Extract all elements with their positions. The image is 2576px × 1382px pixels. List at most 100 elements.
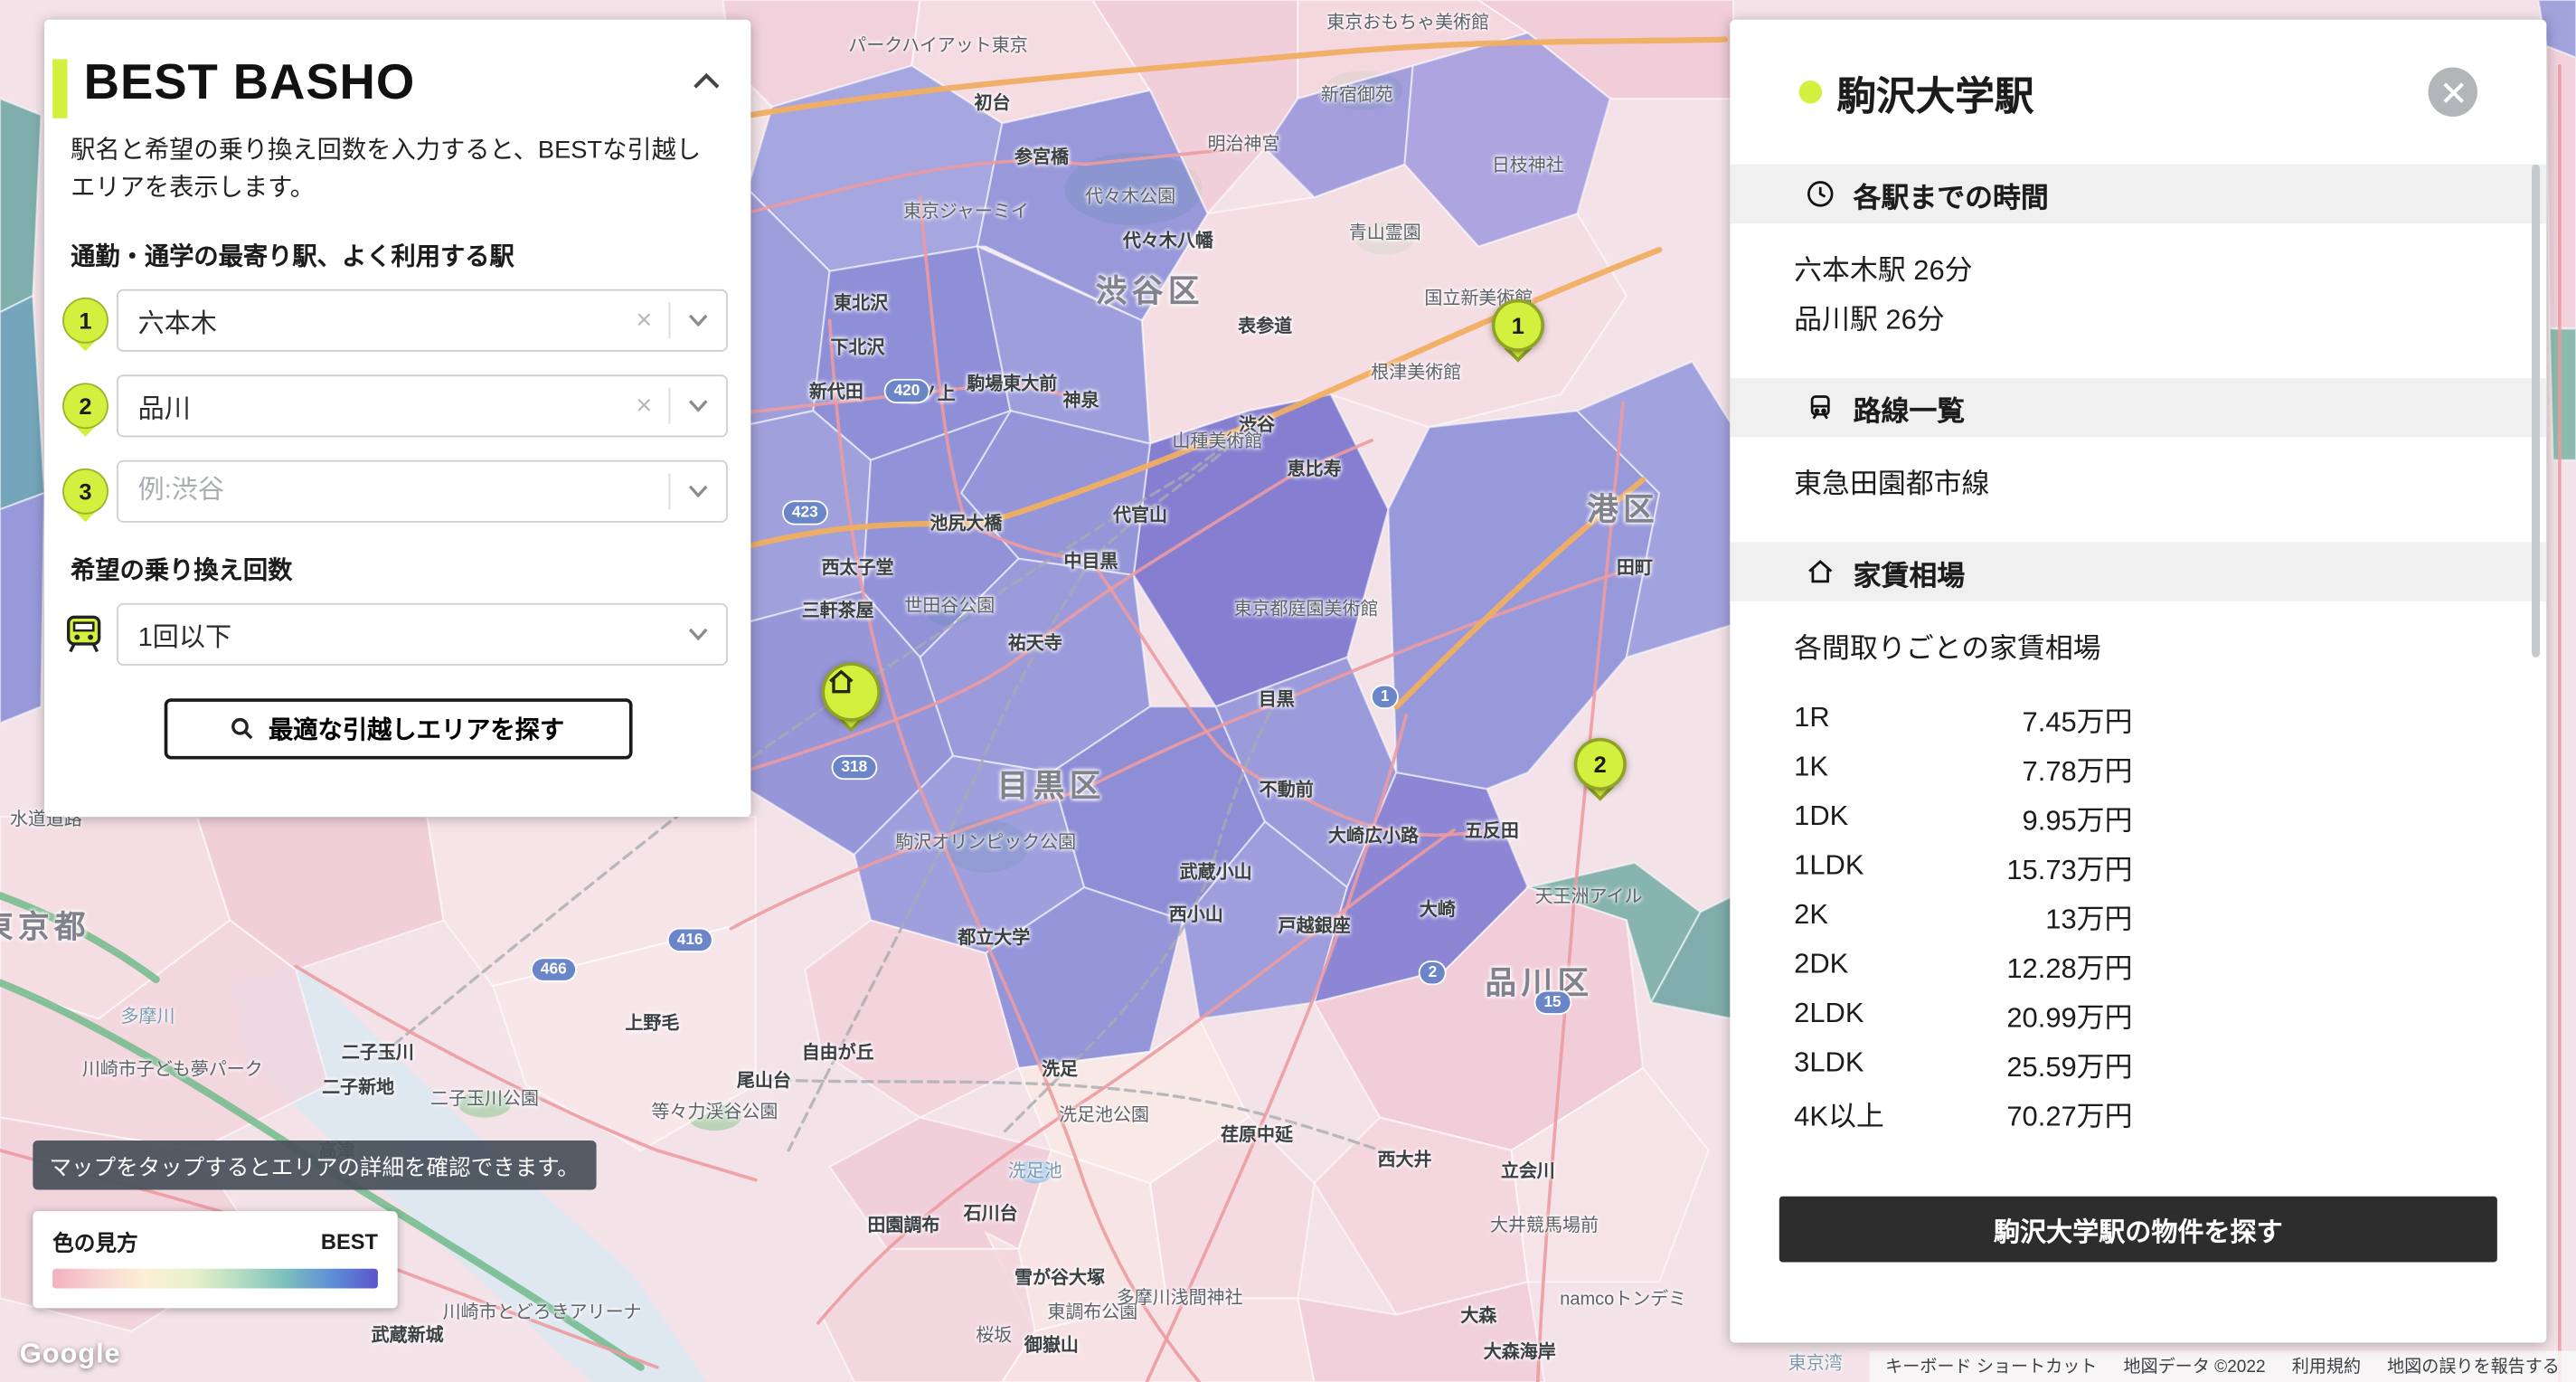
dropdown-toggle[interactable] xyxy=(670,313,726,327)
rent-row: 2DK 12.28万円 xyxy=(1794,940,2132,989)
rent-row: 1R 7.45万円 xyxy=(1794,694,2132,743)
transfer-value: 1回以下 xyxy=(118,614,671,654)
rent-price: 12.28万円 xyxy=(2006,944,2132,985)
rent-type: 3LDK xyxy=(1794,1046,1864,1079)
google-logo[interactable]: Google xyxy=(20,1338,121,1370)
train-front-icon xyxy=(1804,391,1836,423)
rent-row: 3LDK 25.59万円 xyxy=(1794,1038,2132,1088)
app-description: 駅名と希望の乗り換え回数を入力すると、BESTな引越しエリアを表示します。 xyxy=(71,131,724,207)
rent-type: 1R xyxy=(1794,702,1829,734)
rent-price: 70.27万円 xyxy=(2006,1092,2132,1132)
legend-label: 色の見方 xyxy=(52,1226,138,1257)
train-icon xyxy=(61,611,107,657)
time-section-header: 各駅までの時間 xyxy=(1730,165,2546,223)
attribution-link[interactable]: 地図データ ©2022 xyxy=(2123,1354,2265,1378)
search-area-label: 最適な引越しエリアを探す xyxy=(269,711,564,745)
legend-gradient xyxy=(52,1269,378,1289)
rent-row: 1LDK 15.73万円 xyxy=(1794,841,2132,891)
chevron-down-icon xyxy=(688,484,708,497)
route-lines: 東急田園都市線 xyxy=(1730,437,2546,542)
rent-type: 1LDK xyxy=(1794,849,1864,882)
home-icon xyxy=(1804,555,1836,588)
chevron-down-icon xyxy=(688,313,708,327)
collapse-panel-button[interactable] xyxy=(692,69,722,99)
transfer-select[interactable]: 1回以下 xyxy=(117,602,728,665)
time-section-title: 各駅までの時間 xyxy=(1854,174,2049,214)
rent-price: 15.73万円 xyxy=(2006,846,2132,886)
attribution-link[interactable]: キーボード ショートカット xyxy=(1885,1354,2097,1378)
selected-station-marker[interactable] xyxy=(822,662,881,721)
stations-label: 通勤・通学の最寄り駅、よく利用する駅 xyxy=(71,238,724,272)
dropdown-toggle[interactable] xyxy=(670,399,726,412)
best-basho-panel: BEST BASHO 駅名と希望の乗り換え回数を入力すると、BESTな引越しエリ… xyxy=(44,20,750,817)
chevron-down-icon xyxy=(688,399,708,412)
rent-row: 2K13万円 xyxy=(1794,891,2132,941)
attribution-link[interactable]: 地図の誤りを報告する xyxy=(2387,1354,2560,1378)
station-dot xyxy=(1799,80,1822,103)
chevron-down-icon xyxy=(688,627,708,640)
close-panel-button[interactable] xyxy=(2429,67,2478,117)
scrollbar-thumb[interactable] xyxy=(2532,165,2540,658)
rent-type: 2LDK xyxy=(1794,998,1864,1030)
attribution-link[interactable]: 利用規約 xyxy=(2292,1354,2361,1378)
rent-price: 9.95万円 xyxy=(2023,796,2133,837)
rent-price: 7.45万円 xyxy=(2023,697,2133,738)
map-attribution: キーボード ショートカット 地図データ ©2022 利用規約 地図の誤りを報告する xyxy=(1869,1351,2576,1382)
rent-subtitle: 各間取りごとの家賃相場 xyxy=(1794,624,2481,674)
rent-price: 25.59万円 xyxy=(2006,1043,2132,1084)
search-area-button[interactable]: 最適な引越しエリアを探す xyxy=(164,697,632,758)
color-legend: 色の見方 BEST xyxy=(33,1211,397,1308)
home-icon xyxy=(825,666,857,698)
rent-type: 1DK xyxy=(1794,800,1848,833)
rent-type: 4K以上 xyxy=(1794,1092,1884,1132)
lines-section-title: 路線一覧 xyxy=(1854,387,1966,428)
rent-row: 1K 7.78万円 xyxy=(1794,743,2132,792)
rent-type: 1K xyxy=(1794,751,1828,783)
station-name: 駒沢大学駅 xyxy=(1836,63,2033,121)
lines-section-header: 路線一覧 xyxy=(1730,378,2546,437)
search-icon xyxy=(231,715,255,740)
station-row-1: 1 × xyxy=(117,289,728,351)
page: 渋谷区目黒区品川区港区東京都パークハイアット東京東京おもちゃ美術館新宿御苑初台参… xyxy=(0,0,2576,1382)
station-row-3: 3 xyxy=(117,459,728,522)
marker-number: 2 xyxy=(1594,751,1607,777)
transfer-row: 1回以下 xyxy=(117,602,728,665)
station-input-3[interactable] xyxy=(118,476,669,506)
station-detail-panel: 駒沢大学駅 各駅までの時間 六本木駅 26分品川駅 26分 路線一覧 東急田園都… xyxy=(1730,20,2546,1343)
rent-price: 7.78万円 xyxy=(2023,747,2133,788)
dropdown-toggle[interactable] xyxy=(670,484,726,497)
rent-type: 2DK xyxy=(1794,948,1848,980)
rent-section-title: 家賃相場 xyxy=(1854,552,1966,592)
time-lines: 六本木駅 26分品川駅 26分 xyxy=(1730,223,2546,378)
rent-type: 2K xyxy=(1794,899,1828,932)
map-hint-tooltip: マップをタップするとエリアの詳細を確認できます。 xyxy=(33,1141,596,1190)
legend-best-label: BEST xyxy=(321,1229,378,1254)
station-row-2: 2 × xyxy=(117,374,728,436)
station-input-1[interactable] xyxy=(118,305,619,335)
rent-row: 2LDK 20.99万円 xyxy=(1794,989,2132,1039)
station-number-badge: 1 xyxy=(62,297,109,343)
close-icon xyxy=(2442,81,2464,103)
rent-price: 20.99万円 xyxy=(2006,993,2132,1034)
rent-table: 1R 7.45万円 1K 7.78万円 1DK 9.95万円 1LDK 15.73万円 2K13… xyxy=(1794,694,2132,1138)
station-marker-1[interactable]: 1 xyxy=(1492,299,1544,352)
station-marker-2[interactable]: 2 xyxy=(1574,738,1627,790)
info-line: 六本木駅 26分 xyxy=(1794,247,2481,297)
find-properties-button[interactable]: 駒沢大学駅の物件を探す xyxy=(1779,1197,2497,1263)
rent-section-header: 家賃相場 xyxy=(1730,543,2546,601)
info-line: 品川駅 26分 xyxy=(1794,296,2481,346)
station-input-2[interactable] xyxy=(118,391,619,421)
clear-icon[interactable]: × xyxy=(619,391,669,419)
chevron-up-icon xyxy=(692,71,722,90)
station-number-badge: 2 xyxy=(62,382,109,428)
station-number-badge: 3 xyxy=(62,468,109,514)
transfer-label: 希望の乗り換え回数 xyxy=(71,552,724,586)
title-accent-bar xyxy=(52,59,67,118)
dropdown-toggle[interactable] xyxy=(670,627,726,640)
rent-row: 1DK 9.95万円 xyxy=(1794,792,2132,842)
marker-number: 1 xyxy=(1512,312,1524,338)
info-line: 東急田園都市線 xyxy=(1794,460,2481,510)
clear-icon[interactable]: × xyxy=(619,306,669,334)
clock-icon xyxy=(1804,177,1836,210)
app-title: BEST BASHO xyxy=(84,56,718,112)
